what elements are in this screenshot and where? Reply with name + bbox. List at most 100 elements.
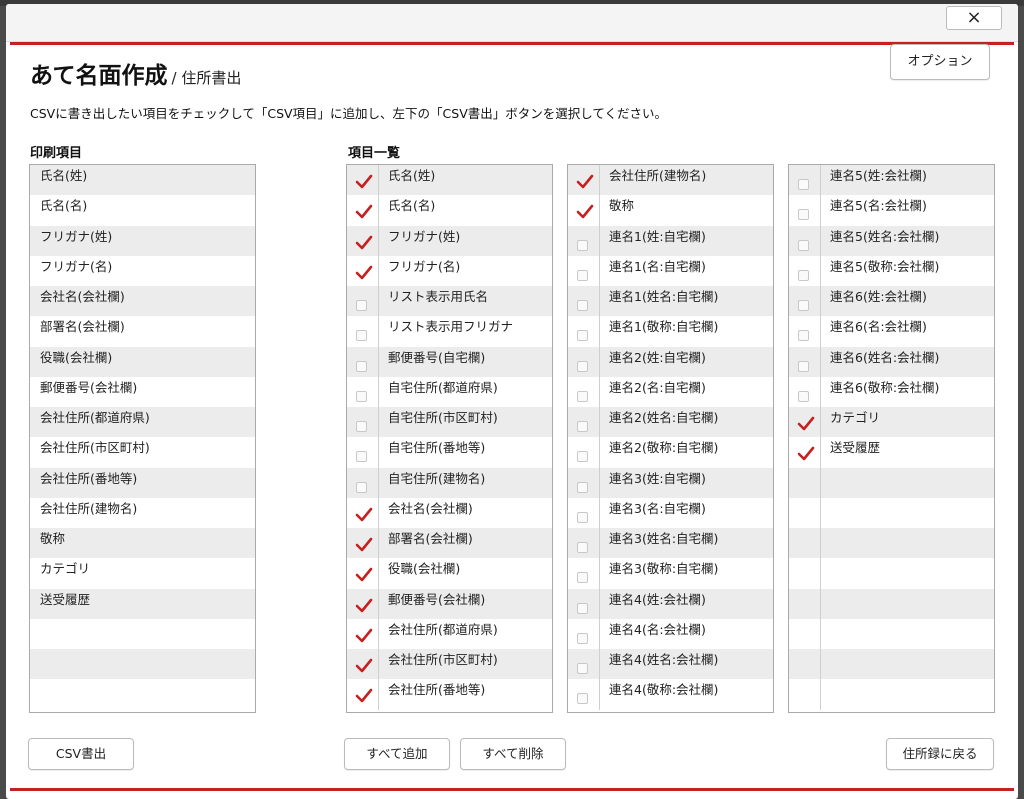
checkbox[interactable]	[577, 451, 588, 463]
checkmark-icon[interactable]	[355, 203, 373, 221]
checkbox[interactable]	[577, 632, 588, 644]
checkbox[interactable]	[798, 209, 809, 221]
item-label: 連名3(姓名:自宅欄)	[609, 531, 719, 546]
checkbox[interactable]	[356, 390, 367, 402]
empty-row	[789, 528, 994, 559]
checkbox-cell	[789, 528, 821, 559]
csv-export-button[interactable]: CSV書出	[28, 738, 134, 770]
checkbox[interactable]	[577, 572, 588, 584]
checkbox[interactable]	[356, 360, 367, 372]
checkmark-icon[interactable]	[355, 234, 373, 252]
checkmark-icon[interactable]	[355, 506, 373, 524]
print-item-row[interactable]: 部署名(会社欄)	[30, 316, 255, 347]
checkmark-icon[interactable]	[355, 657, 373, 675]
checkbox[interactable]	[356, 451, 367, 463]
options-button[interactable]: オプション	[890, 44, 990, 80]
checkmark-icon[interactable]	[355, 627, 373, 645]
item-label: 連名1(姓:自宅欄)	[609, 228, 706, 244]
item-list-row[interactable]: 連名6(敬称:会社欄)	[789, 376, 994, 407]
checkbox[interactable]	[798, 239, 809, 251]
checkmark-icon[interactable]	[576, 203, 594, 221]
checkmark-icon[interactable]	[797, 445, 815, 463]
print-item-row[interactable]: 敬称	[30, 528, 255, 559]
checkbox[interactable]	[356, 330, 367, 342]
item-label: 連名1(姓名:自宅欄)	[609, 289, 719, 304]
checkmark-icon[interactable]	[355, 264, 373, 282]
print-item-row[interactable]: カテゴリ	[30, 558, 255, 589]
checkbox[interactable]	[356, 421, 367, 432]
checkbox[interactable]	[577, 360, 588, 372]
print-item-row[interactable]: 会社住所(番地等)	[30, 467, 255, 498]
instruction-text: CSVに書き出したい項目をチェックして「CSV項目」に追加し、左下の「CSV書出…	[30, 106, 668, 121]
item-label: 連名6(敬称:会社欄)	[830, 379, 940, 395]
add-all-button[interactable]: すべて追加	[344, 738, 450, 770]
item-label: 連名6(姓名:会社欄)	[830, 349, 940, 365]
checkbox[interactable]	[798, 269, 809, 281]
checkbox-cell	[347, 225, 379, 256]
print-item-row[interactable]: フリガナ(姓)	[30, 225, 255, 256]
print-items-label: 印刷項目	[30, 146, 83, 161]
checkmark-icon[interactable]	[355, 566, 373, 584]
checkbox[interactable]	[577, 693, 588, 705]
close-button[interactable]: ×	[946, 6, 1002, 30]
item-list-row[interactable]: 会社住所(建物名)	[568, 165, 773, 196]
print-items-list[interactable]: 氏名(姓) 氏名(名) フリガナ(姓) フリガナ(名) 会社名(会社欄) 部署名(会社欄)…	[29, 164, 256, 713]
remove-all-button[interactable]: すべて削除	[460, 738, 566, 770]
checkbox[interactable]	[798, 300, 809, 311]
print-item-row[interactable]: 役職(会社欄)	[30, 346, 255, 377]
empty-row	[789, 649, 994, 680]
print-item-row[interactable]: 会社住所(市区町村)	[30, 437, 255, 468]
checkmark-icon[interactable]	[355, 687, 373, 705]
checkbox-cell	[568, 588, 600, 619]
print-item-row[interactable]: 送受履歴	[30, 588, 255, 619]
print-item-row[interactable]: 会社住所(建物名)	[30, 497, 255, 528]
checkbox-cell	[568, 316, 600, 347]
back-to-address-book-button[interactable]: 住所録に戻る	[886, 738, 994, 770]
checkbox[interactable]	[798, 330, 809, 342]
checkbox[interactable]	[798, 360, 809, 372]
item-label: 会社住所(市区町村)	[388, 652, 498, 667]
checkbox-cell	[347, 558, 379, 589]
print-item-row[interactable]: フリガナ(名)	[30, 255, 255, 286]
checkbox[interactable]	[577, 390, 588, 402]
item-list-label: 項目一覧	[348, 146, 401, 161]
checkbox[interactable]	[577, 330, 588, 342]
item-list-row[interactable]: 氏名(姓)	[347, 165, 552, 196]
checkbox[interactable]	[577, 663, 588, 674]
item-list-row[interactable]: 連名4(敬称:会社欄)	[568, 679, 773, 710]
checkbox[interactable]	[577, 481, 588, 493]
item-list-row[interactable]: カテゴリ	[789, 407, 994, 438]
checkbox[interactable]	[577, 269, 588, 281]
item-label: 連名3(敬称:自宅欄)	[609, 561, 719, 577]
item-label: フリガナ(名)	[388, 258, 461, 274]
print-item-row[interactable]: 会社名(会社欄)	[30, 286, 255, 317]
item-list-row[interactable]: 会社住所(番地等)	[347, 679, 552, 710]
checkmark-icon[interactable]	[355, 173, 373, 191]
checkbox-cell	[347, 649, 379, 680]
checkbox[interactable]	[356, 300, 367, 311]
checkbox[interactable]	[356, 481, 367, 493]
checkbox[interactable]	[577, 602, 588, 614]
checkbox-cell	[568, 437, 600, 468]
checkbox-cell	[568, 497, 600, 528]
checkmark-icon[interactable]	[576, 173, 594, 191]
checkbox[interactable]	[798, 390, 809, 402]
checkbox[interactable]	[577, 239, 588, 251]
checkbox[interactable]	[577, 300, 588, 311]
print-item-row[interactable]: 氏名(名)	[30, 195, 255, 226]
csv-export-dialog: × あて名面作成 / 住所書出 オプション CSVに書き出したい項目をチェックして…	[6, 4, 1018, 799]
checkmark-icon[interactable]	[355, 597, 373, 615]
checkbox[interactable]	[577, 511, 588, 523]
checkbox[interactable]	[577, 542, 588, 553]
item-label: 連名6(名:会社欄)	[830, 319, 927, 335]
checkbox[interactable]	[798, 179, 809, 190]
checkmark-icon[interactable]	[355, 536, 373, 554]
item-list-row[interactable]: 送受履歴	[789, 437, 994, 468]
print-item-row[interactable]: 会社住所(都道府県)	[30, 407, 255, 438]
print-item-row[interactable]: 氏名(姓)	[30, 165, 255, 196]
print-item-row	[30, 679, 255, 710]
checkmark-icon[interactable]	[797, 415, 815, 433]
checkbox-cell	[568, 618, 600, 649]
print-item-row[interactable]: 郵便番号(会社欄)	[30, 376, 255, 407]
checkbox[interactable]	[577, 421, 588, 432]
